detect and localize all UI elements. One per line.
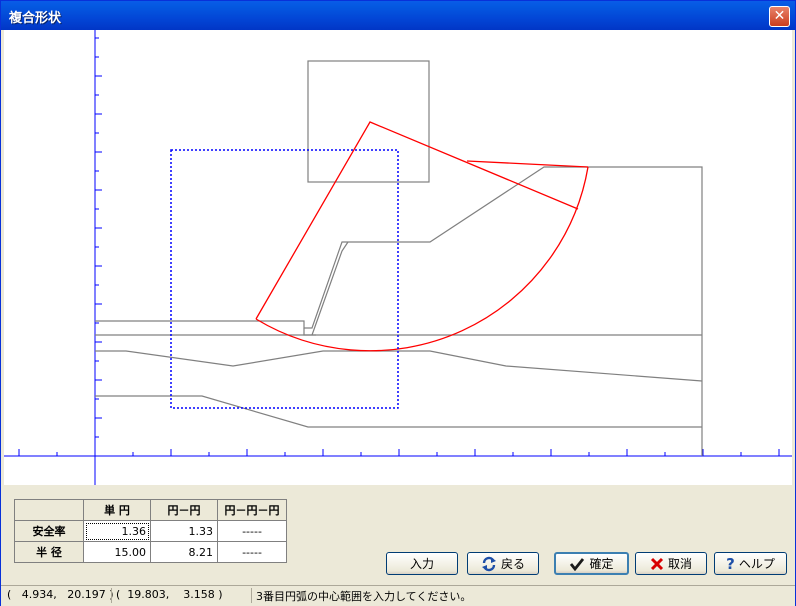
table-cell[interactable]: -----: [217, 520, 287, 542]
table-corner-cell: [14, 499, 84, 521]
input-button[interactable]: 入力: [386, 552, 458, 575]
axes: [4, 30, 792, 485]
table-cell[interactable]: 1.36: [83, 520, 151, 542]
confirm-button[interactable]: 確定: [554, 552, 629, 575]
table-cell[interactable]: 8.21: [150, 541, 218, 563]
result-panel: 単 円 円－円 円－円－円 安全率 1.36 1.33 ----- 半 径 15…: [4, 485, 792, 584]
table-header-row: 単 円 円－円 円－円－円: [14, 499, 287, 521]
load-block: [307, 60, 430, 183]
drawing-canvas[interactable]: [4, 30, 792, 485]
column-header: 円－円－円: [217, 499, 287, 521]
back-button[interactable]: 戻る: [467, 552, 539, 575]
status-coord-1: ( 4.934, 20.197 ): [7, 588, 114, 601]
close-button[interactable]: ✕: [769, 6, 790, 27]
retaining-face: [311, 241, 349, 336]
window-title: 複合形状: [9, 11, 62, 26]
refresh-arrows-icon: [481, 556, 496, 571]
help-button-label: ヘルプ: [738, 557, 775, 571]
slip-circle-radius-lines: [255, 121, 579, 320]
close-icon: ✕: [773, 8, 786, 24]
row-header: 半 径: [14, 541, 84, 563]
table-cell[interactable]: 15.00: [83, 541, 151, 563]
confirm-button-label: 確定: [589, 557, 614, 571]
table-cell[interactable]: -----: [217, 541, 287, 563]
status-bar: ( 4.934, 20.197 ) ( 19.803, 3.158 ) 3番目円…: [1, 585, 795, 606]
cancel-button[interactable]: 取消: [635, 552, 707, 575]
slope-drawing[interactable]: [4, 30, 792, 485]
center-range-box[interactable]: [170, 149, 399, 409]
help-button[interactable]: ? ヘルプ: [714, 552, 787, 575]
table-row: 安全率 1.36 1.33 -----: [14, 520, 287, 542]
slip-circle: [255, 121, 589, 352]
row-header: 安全率: [14, 520, 84, 542]
status-coord-2: ( 19.803, 3.158 ): [111, 588, 246, 603]
x-icon: [650, 557, 664, 570]
status-message: 3番目円弧の中心範囲を入力してください。: [251, 588, 786, 603]
table-row: 半 径 15.00 8.21 -----: [14, 541, 287, 563]
checkmark-icon: [570, 557, 585, 571]
input-button-label: 入力: [409, 557, 434, 571]
slip-circle-arc: [255, 166, 589, 352]
title-bar[interactable]: 複合形状 ✕: [1, 1, 795, 30]
cancel-button-label: 取消: [667, 557, 692, 571]
x-axis-ticks: [18, 449, 780, 456]
y-axis-ticks: [95, 37, 102, 438]
dialog-window: 複合形状 ✕ 単 円 円－円 円－円－円 安全率 1.36 1.33 -----…: [0, 0, 796, 606]
result-table: 単 円 円－円 円－円－円 安全率 1.36 1.33 ----- 半 径 15…: [14, 499, 287, 563]
table-cell[interactable]: 1.33: [150, 520, 218, 542]
column-header: 円－円: [150, 499, 218, 521]
column-header: 単 円: [83, 499, 151, 521]
question-mark-icon: ?: [726, 554, 735, 573]
slip-circle-top-chord: [466, 160, 589, 168]
back-button-label: 戻る: [500, 557, 525, 571]
